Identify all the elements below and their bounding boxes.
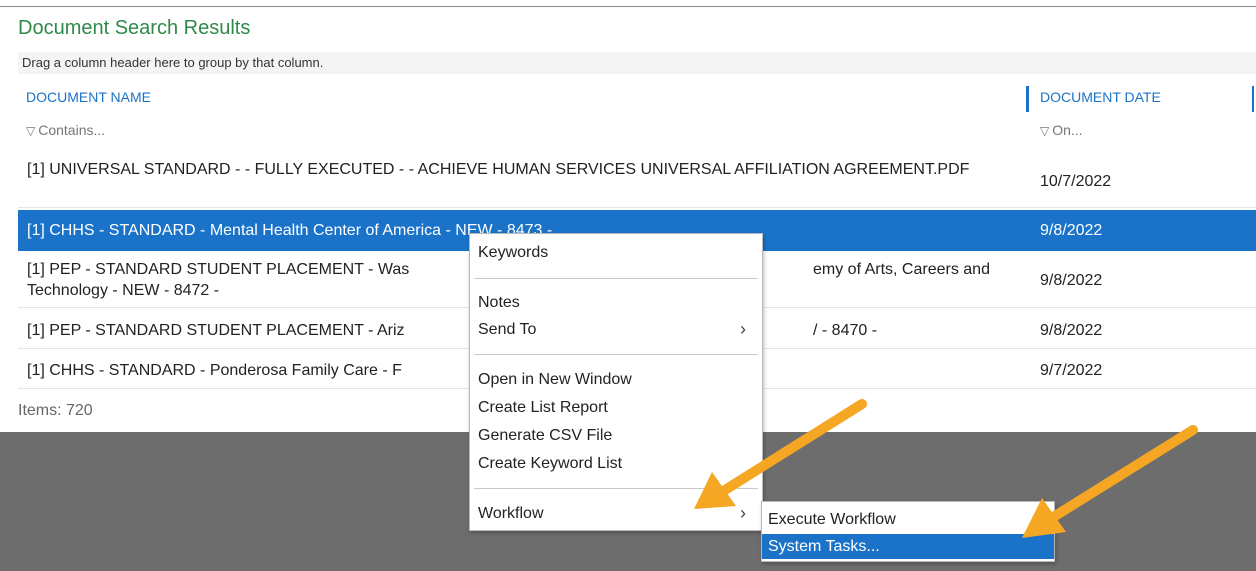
column-resize-handle-right[interactable] bbox=[1252, 86, 1254, 112]
funnel-icon: ▽ bbox=[26, 124, 36, 138]
items-count: Items: 720 bbox=[18, 402, 93, 419]
chevron-right-icon: › bbox=[740, 503, 746, 523]
filter-document-name[interactable]: ▽ Contains... bbox=[26, 122, 105, 138]
menu-item-create-list-report[interactable]: Create List Report bbox=[478, 399, 608, 417]
context-menu: Keywords Notes Send To › Open in New Win… bbox=[469, 233, 763, 531]
name-text-tail: / - 8470 - bbox=[813, 322, 878, 339]
cell-document-date: 10/7/2022 bbox=[1040, 173, 1112, 190]
menu-item-generate-csv[interactable]: Generate CSV File bbox=[478, 427, 612, 445]
funnel-icon: ▽ bbox=[1040, 124, 1050, 138]
table-row[interactable]: [1] UNIVERSAL STANDARD - - FULLY EXECUTE… bbox=[18, 154, 1256, 208]
menu-separator bbox=[474, 278, 758, 279]
cell-document-date: 9/8/2022 bbox=[1040, 272, 1103, 289]
cell-document-date: 9/8/2022 bbox=[1040, 222, 1103, 239]
cell-document-date: 9/8/2022 bbox=[1040, 322, 1103, 339]
top-divider bbox=[0, 6, 1256, 7]
chevron-right-icon: › bbox=[740, 319, 746, 339]
menu-item-send-to[interactable]: Send To bbox=[478, 321, 536, 339]
submenu-item-execute-workflow[interactable]: Execute Workflow bbox=[762, 507, 1054, 532]
filter-document-date[interactable]: ▽ On... bbox=[1040, 122, 1083, 138]
page-title: Document Search Results bbox=[18, 17, 251, 39]
menu-item-notes[interactable]: Notes bbox=[478, 294, 520, 312]
submenu-item-system-tasks[interactable]: System Tasks... bbox=[762, 534, 1054, 559]
filter-placeholder-name: Contains... bbox=[38, 122, 106, 138]
group-by-drop-area[interactable]: Drag a column header here to group by th… bbox=[18, 52, 1256, 74]
column-header-document-name[interactable]: DOCUMENT NAME bbox=[26, 89, 151, 105]
cell-document-name: [1] UNIVERSAL STANDARD - - FULLY EXECUTE… bbox=[27, 161, 970, 178]
name-text-line2: Technology - NEW - 8472 - bbox=[27, 282, 220, 299]
menu-item-open-new-window[interactable]: Open in New Window bbox=[478, 371, 632, 389]
menu-separator bbox=[474, 488, 758, 489]
name-text: [1] PEP - STANDARD STUDENT PLACEMENT - W… bbox=[27, 261, 410, 278]
name-text: [1] PEP - STANDARD STUDENT PLACEMENT - A… bbox=[27, 322, 405, 339]
column-header-document-date[interactable]: DOCUMENT DATE bbox=[1040, 89, 1161, 105]
menu-item-create-keyword-list[interactable]: Create Keyword List bbox=[478, 455, 622, 473]
menu-item-keywords[interactable]: Keywords bbox=[478, 244, 548, 262]
filter-placeholder-date: On... bbox=[1052, 122, 1083, 138]
menu-separator bbox=[474, 354, 758, 355]
cell-document-date: 9/7/2022 bbox=[1040, 362, 1103, 379]
workflow-submenu: Execute Workflow System Tasks... bbox=[761, 501, 1055, 562]
name-text-tail: emy of Arts, Careers and bbox=[813, 261, 990, 278]
column-resize-handle[interactable] bbox=[1026, 86, 1029, 112]
menu-item-workflow[interactable]: Workflow bbox=[478, 505, 544, 523]
